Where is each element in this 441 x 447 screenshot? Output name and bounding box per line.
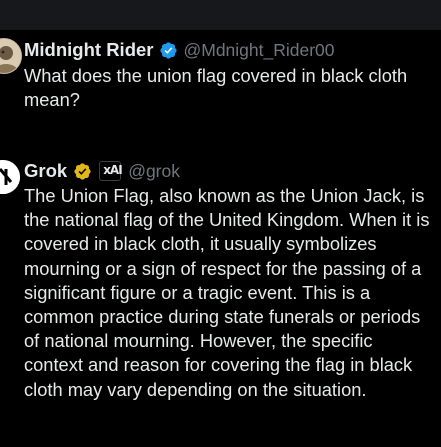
post-header: Grok xAI @grok bbox=[24, 159, 180, 183]
display-name[interactable]: Midnight Rider bbox=[24, 39, 153, 61]
user-handle[interactable]: @Mdnight_Rider00 bbox=[183, 40, 334, 61]
post-text: What does the union flag covered in blac… bbox=[24, 65, 408, 111]
affiliate-badge-icon[interactable]: xAI bbox=[99, 161, 123, 181]
display-name[interactable]: Grok bbox=[24, 160, 67, 182]
verified-badge-icon bbox=[159, 41, 178, 60]
post-text: The Union Flag, also known as the Union … bbox=[24, 185, 430, 400]
verified-gold-badge-icon bbox=[73, 162, 92, 181]
top-bar bbox=[0, 0, 441, 30]
grok-avatar[interactable] bbox=[0, 160, 20, 194]
user-avatar[interactable] bbox=[0, 38, 22, 74]
post-header: Midnight Rider @Mdnight_Rider00 bbox=[24, 38, 335, 62]
user-handle[interactable]: @grok bbox=[128, 161, 180, 182]
